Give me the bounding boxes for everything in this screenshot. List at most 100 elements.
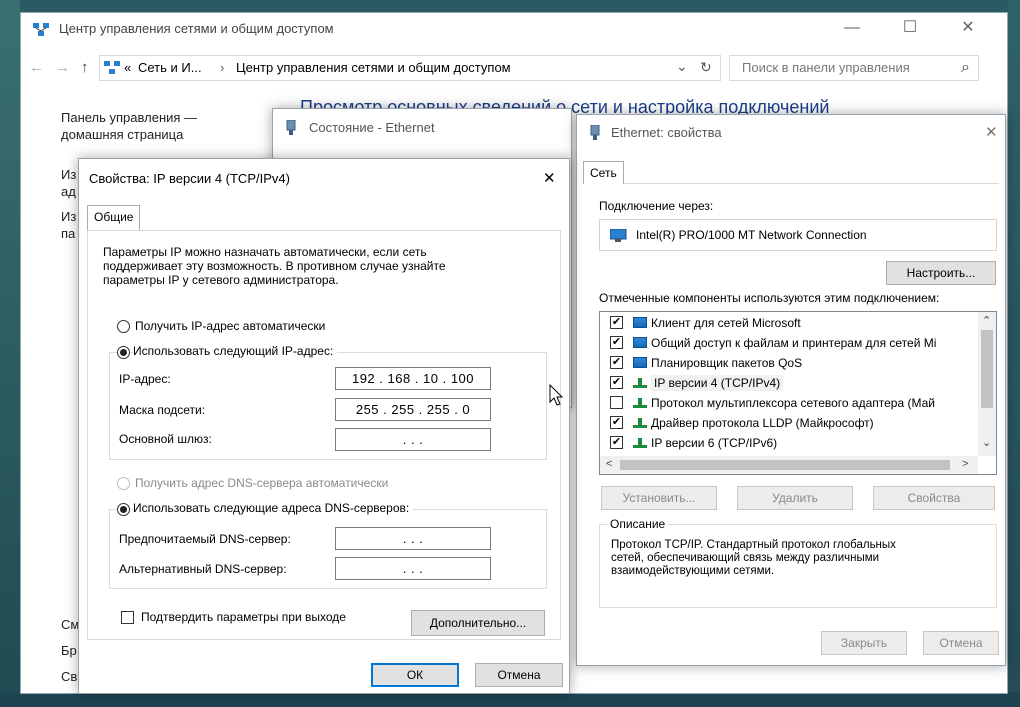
- close-dialog-button[interactable]: Закрыть: [821, 631, 907, 655]
- sidebar-bottom-link-1[interactable]: См: [61, 617, 79, 632]
- component-properties-button[interactable]: Свойства: [873, 486, 995, 510]
- scroll-left-icon[interactable]: <: [606, 458, 612, 470]
- sidebar-item-1-part-b[interactable]: ад: [61, 184, 76, 199]
- cancel-button[interactable]: Отмена: [475, 663, 563, 687]
- advanced-button[interactable]: Дополнительно...: [411, 610, 545, 636]
- manual-dns-radio[interactable]: [117, 503, 130, 516]
- gateway-label: Основной шлюз:: [119, 432, 212, 446]
- gateway-field[interactable]: . . .: [335, 428, 491, 451]
- desktop-background-right: [1008, 0, 1020, 707]
- cancel-dialog-button[interactable]: Отмена: [923, 631, 999, 655]
- component-label: Планировщик пакетов QoS: [651, 355, 803, 370]
- network-adapter-icon: [609, 228, 628, 246]
- properties-dialog-title: Ethernet: свойства: [611, 125, 722, 140]
- network-client-icon: [633, 337, 647, 349]
- install-button[interactable]: Установить...: [601, 486, 717, 510]
- back-button[interactable]: ←: [29, 59, 44, 76]
- component-checkbox[interactable]: ✔: [610, 416, 623, 430]
- component-checkbox[interactable]: ✔: [610, 376, 623, 390]
- components-list[interactable]: ✔ Клиент для сетей Microsoft ✔ Общий доступ…: [599, 311, 997, 475]
- network-breadcrumb-icon: [104, 61, 120, 78]
- network-client-icon: [633, 317, 647, 329]
- component-row[interactable]: ✔ Общий доступ к файлам и принтерам для с…: [610, 335, 936, 355]
- ipv4-dialog-title: Свойства: IP версии 4 (TCP/IPv4): [89, 171, 290, 186]
- component-row[interactable]: ✔ Клиент для сетей Microsoft: [610, 315, 801, 335]
- protocol-icon: [633, 397, 647, 408]
- breadcrumb-network-internet[interactable]: Сеть и И...: [138, 60, 202, 75]
- properties-close-button[interactable]: ✕: [985, 123, 998, 141]
- manual-dns-label[interactable]: Использовать следующие адреса DNS-сервер…: [133, 501, 414, 515]
- component-row[interactable]: ✔ Драйвер протокола LLDP (Майкрософт): [610, 415, 874, 435]
- maximize-button[interactable]: ☐: [887, 13, 933, 45]
- breadcrumb-network-center[interactable]: Центр управления сетями и общим доступом: [236, 60, 511, 75]
- main-window-title: Центр управления сетями и общим доступом: [59, 21, 334, 36]
- refresh-icon[interactable]: ↻: [700, 59, 712, 76]
- manual-ip-label[interactable]: Использовать следующий IP-адрес:: [133, 344, 338, 358]
- scroll-right-icon[interactable]: >: [962, 458, 968, 470]
- close-button[interactable]: ✕: [945, 13, 991, 45]
- ip-address-label: IP-адрес:: [119, 372, 171, 386]
- connect-using-label: Подключение через:: [599, 199, 714, 213]
- alternate-dns-label: Альтернативный DNS-сервер:: [119, 562, 287, 576]
- manual-ip-radio[interactable]: [117, 346, 130, 359]
- address-bar[interactable]: « Сеть и И... › Центр управления сетями …: [99, 55, 721, 81]
- configure-button[interactable]: Настроить...: [886, 261, 996, 285]
- sidebar-item-1-part-a[interactable]: Из: [61, 167, 76, 182]
- component-checkbox[interactable]: ✔: [610, 436, 623, 450]
- auto-dns-label[interactable]: Получить адрес DNS-сервера автоматически: [135, 476, 388, 490]
- ip-address-field[interactable]: 192 . 168 . 10 . 100: [335, 367, 491, 390]
- ethernet-adapter-icon: [589, 124, 601, 144]
- validate-on-exit-checkbox[interactable]: [121, 611, 134, 624]
- vertical-scrollbar[interactable]: ⌃ ⌄: [978, 312, 996, 456]
- breadcrumb-overflow[interactable]: «: [124, 60, 131, 75]
- components-items: ✔ Клиент для сетей Microsoft ✔ Общий доступ…: [610, 315, 978, 455]
- horizontal-scroll-thumb[interactable]: [620, 460, 950, 470]
- subnet-mask-field[interactable]: 255 . 255 . 255 . 0: [335, 398, 491, 421]
- component-checkbox[interactable]: [610, 396, 623, 410]
- component-checkbox[interactable]: ✔: [610, 336, 623, 350]
- ipv4-description: Параметры IP можно назначать автоматичес…: [103, 245, 446, 287]
- scroll-up-icon[interactable]: ⌃: [982, 314, 991, 327]
- address-dropdown-icon[interactable]: ⌄: [676, 58, 688, 75]
- tab-divider: [583, 183, 999, 184]
- vertical-scroll-thumb[interactable]: [981, 330, 993, 408]
- forward-button[interactable]: →: [55, 59, 70, 76]
- network-center-icon: [33, 23, 49, 40]
- minimize-button[interactable]: —: [829, 13, 875, 45]
- auto-ip-label[interactable]: Получить IP-адрес автоматически: [135, 319, 325, 333]
- component-row[interactable]: Протокол мультиплексора сетевого адаптер…: [610, 395, 935, 415]
- up-button[interactable]: ↑: [81, 59, 89, 76]
- ipv4-properties-dialog: Свойства: IP версии 4 (TCP/IPv4) ✕ Общие…: [78, 158, 570, 694]
- ipv4-close-button[interactable]: ✕: [543, 169, 556, 187]
- validate-on-exit-label[interactable]: Подтвердить параметры при выходе: [141, 610, 346, 624]
- sidebar-item-2-part-a[interactable]: Из: [61, 209, 76, 224]
- adapter-name: Intel(R) PRO/1000 MT Network Connection: [636, 228, 867, 242]
- alternate-dns-field[interactable]: . . .: [335, 557, 491, 580]
- control-panel-home-link[interactable]: Панель управления — домашняя страница: [61, 109, 197, 143]
- tab-network[interactable]: Сеть: [583, 161, 624, 184]
- component-checkbox[interactable]: ✔: [610, 356, 623, 370]
- horizontal-scrollbar[interactable]: < >: [600, 456, 978, 474]
- components-label: Отмеченные компоненты используются этим …: [599, 291, 940, 305]
- remove-button[interactable]: Удалить: [737, 486, 853, 510]
- main-title-bar[interactable]: Центр управления сетями и общим доступом…: [21, 13, 1007, 45]
- scroll-down-icon[interactable]: ⌄: [982, 436, 991, 449]
- sidebar-bottom-link-3[interactable]: Св: [61, 669, 77, 684]
- component-label: Клиент для сетей Microsoft: [651, 315, 801, 330]
- preferred-dns-field[interactable]: . . .: [335, 527, 491, 550]
- tab-general[interactable]: Общие: [87, 205, 141, 231]
- sidebar-item-2-part-b[interactable]: па: [61, 226, 75, 241]
- component-label: Драйвер протокола LLDP (Майкрософт): [651, 415, 874, 430]
- status-window-title: Состояние - Ethernet: [309, 120, 435, 135]
- component-row[interactable]: ✔ Планировщик пакетов QoS: [610, 355, 802, 375]
- component-row[interactable]: ✔ IP версии 4 (TCP/IPv4): [610, 374, 784, 395]
- ok-button[interactable]: ОК: [371, 663, 459, 687]
- auto-ip-radio[interactable]: [117, 320, 130, 333]
- sidebar-bottom-link-2[interactable]: Бр: [61, 643, 77, 658]
- auto-dns-radio[interactable]: [117, 477, 130, 490]
- search-input[interactable]: Поиск в панели управления ⌕: [729, 55, 979, 81]
- component-checkbox[interactable]: ✔: [610, 316, 623, 330]
- breadcrumb-separator[interactable]: ›: [220, 60, 224, 75]
- component-row[interactable]: ✔ IP версии 6 (TCP/IPv6): [610, 435, 777, 455]
- ethernet-adapter-icon: [285, 119, 297, 139]
